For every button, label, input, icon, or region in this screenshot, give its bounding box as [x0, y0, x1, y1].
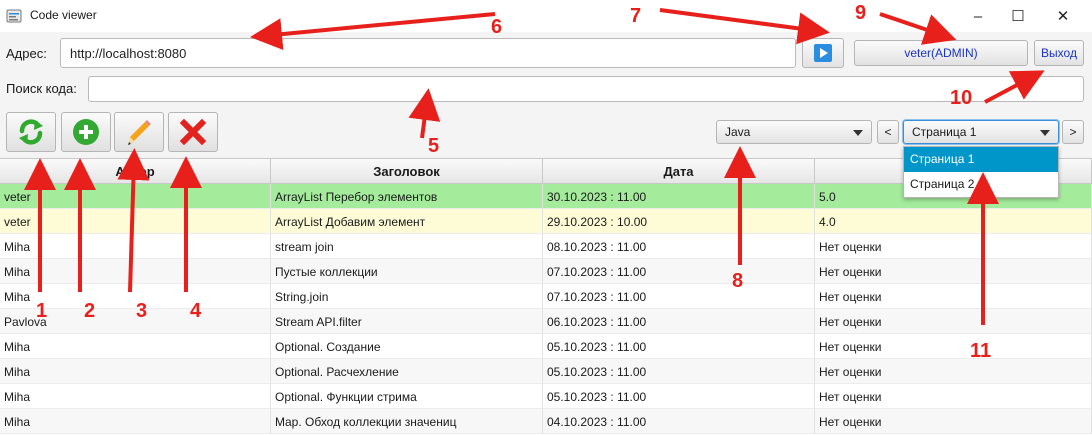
table-row[interactable]: Pavlova Stream API.filter 06.10.2023 : 11.…: [0, 309, 1092, 334]
cell-rating: Нет оценки: [815, 284, 1092, 309]
cell-date: 29.10.2023 : 10.00: [543, 209, 815, 234]
language-select[interactable]: Java: [716, 120, 872, 144]
close-window-button[interactable]: ✕: [1040, 0, 1086, 32]
annotation-2: 2: [84, 300, 96, 322]
cell-date: 04.10.2023 : 11.00: [543, 409, 815, 434]
refresh-button[interactable]: [6, 112, 56, 152]
app-window: Code viewer – ☐ ✕ Адрес: veter(ADMIN) Вы…: [0, 0, 1092, 436]
cell-date: 05.10.2023 : 11.00: [543, 359, 815, 384]
annotation-4: 4: [190, 300, 202, 322]
cell-title: ArrayList Перебор элементов: [271, 184, 543, 209]
cell-rating: Нет оценки: [815, 259, 1092, 284]
exit-button[interactable]: Выход: [1034, 40, 1084, 66]
page-value: Страница 1: [912, 125, 977, 139]
annotation-11: 11: [970, 340, 992, 362]
table-row[interactable]: Miha Map. Обход коллекции значениц 04.10.2…: [0, 409, 1092, 434]
cell-author: veter: [0, 184, 271, 209]
cell-rating: Нет оценки: [815, 409, 1092, 434]
cell-title: Пустые коллекции: [271, 259, 543, 284]
cell-date: 07.10.2023 : 11.00: [543, 259, 815, 284]
cell-title: Map. Обход коллекции значениц: [271, 409, 543, 434]
cell-date: 06.10.2023 : 11.00: [543, 309, 815, 334]
chevron-down-icon: [1040, 130, 1050, 136]
annotation-3: 3: [136, 300, 148, 322]
table-row[interactable]: veter ArrayList Добавим элемент 29.10.2023…: [0, 209, 1092, 234]
next-page-button[interactable]: >: [1062, 120, 1084, 144]
annotation-5: 5: [428, 135, 440, 157]
cell-author: Miha: [0, 234, 271, 259]
arrow-5: [408, 88, 441, 139]
table-row[interactable]: Miha Optional. Расчехление 05.10.2023 : 11…: [0, 359, 1092, 384]
search-input[interactable]: [88, 76, 1084, 102]
column-header-author[interactable]: Автор: [0, 159, 271, 184]
search-label: Поиск кода:: [6, 81, 77, 96]
annotation-8: 8: [732, 270, 744, 292]
table-row[interactable]: Miha String.join 07.10.2023 : 11.00 Нет оце…: [0, 284, 1092, 309]
cell-author: Miha: [0, 409, 271, 434]
cell-rating: Нет оценки: [815, 384, 1092, 409]
cell-rating: 4.0: [815, 209, 1092, 234]
user-button[interactable]: veter(ADMIN): [854, 40, 1028, 66]
annotation-1: 1: [36, 300, 48, 322]
cell-rating: Нет оценки: [815, 309, 1092, 334]
delete-button[interactable]: [168, 112, 218, 152]
code-table: Автор Заголовок Дата veter ArrayList Пере…: [0, 158, 1092, 436]
refresh-icon: [19, 119, 43, 145]
add-icon: [73, 119, 99, 145]
table-row[interactable]: Miha Пустые коллекции 07.10.2023 : 11.00 Не…: [0, 259, 1092, 284]
cell-date: 07.10.2023 : 11.00: [543, 284, 815, 309]
page-option[interactable]: Страница 2: [904, 172, 1058, 197]
table-row[interactable]: Miha Optional. Функции стрима 05.10.2023 :…: [0, 384, 1092, 409]
go-button[interactable]: [802, 38, 844, 68]
page-dropdown: Страница 1 Страница 2: [903, 146, 1059, 198]
edit-button[interactable]: [114, 112, 164, 152]
annotation-7: 7: [630, 5, 642, 27]
cell-author: veter: [0, 209, 271, 234]
cell-rating: Нет оценки: [815, 234, 1092, 259]
address-label: Адрес:: [6, 46, 47, 61]
cell-author: Miha: [0, 384, 271, 409]
prev-page-button[interactable]: <: [877, 120, 899, 144]
window-title: Code viewer: [30, 8, 97, 22]
address-input[interactable]: [60, 38, 796, 68]
cell-date: 30.10.2023 : 11.00: [543, 184, 815, 209]
column-header-title[interactable]: Заголовок: [271, 159, 543, 184]
play-icon: [814, 44, 832, 62]
cell-date: 05.10.2023 : 11.00: [543, 384, 815, 409]
pencil-icon: [128, 120, 151, 145]
cell-author: Miha: [0, 359, 271, 384]
delete-icon: [179, 118, 207, 146]
cell-author: Miha: [0, 334, 271, 359]
annotation-6: 6: [491, 16, 503, 38]
annotation-10: 10: [950, 87, 973, 109]
cell-title: ArrayList Добавим элемент: [271, 209, 543, 234]
table-row[interactable]: Miha stream join 08.10.2023 : 11.00 Нет оце…: [0, 234, 1092, 259]
annotation-9: 9: [855, 2, 867, 24]
cell-date: 08.10.2023 : 11.00: [543, 234, 815, 259]
cell-rating: Нет оценки: [815, 334, 1092, 359]
cell-date: 05.10.2023 : 11.00: [543, 334, 815, 359]
cell-title: Optional. Расчехление: [271, 359, 543, 384]
language-value: Java: [725, 125, 751, 139]
maximize-button[interactable]: ☐: [995, 0, 1041, 32]
cell-title: Optional. Функции стрима: [271, 384, 543, 409]
cell-title: Stream API.filter: [271, 309, 543, 334]
cell-title: String.join: [271, 284, 543, 309]
app-icon: [6, 9, 22, 23]
cell-title: stream join: [271, 234, 543, 259]
add-button[interactable]: [61, 112, 111, 152]
cell-title: Optional. Создание: [271, 334, 543, 359]
table-row[interactable]: Miha Optional. Создание 05.10.2023 : 11.00…: [0, 334, 1092, 359]
column-header-date[interactable]: Дата: [543, 159, 815, 184]
page-select[interactable]: Страница 1: [903, 120, 1059, 144]
chevron-down-icon: [853, 130, 863, 136]
cell-author: Miha: [0, 259, 271, 284]
page-option[interactable]: Страница 1: [904, 147, 1058, 172]
title-bar: Code viewer – ☐ ✕: [0, 0, 1092, 32]
cell-rating: Нет оценки: [815, 359, 1092, 384]
